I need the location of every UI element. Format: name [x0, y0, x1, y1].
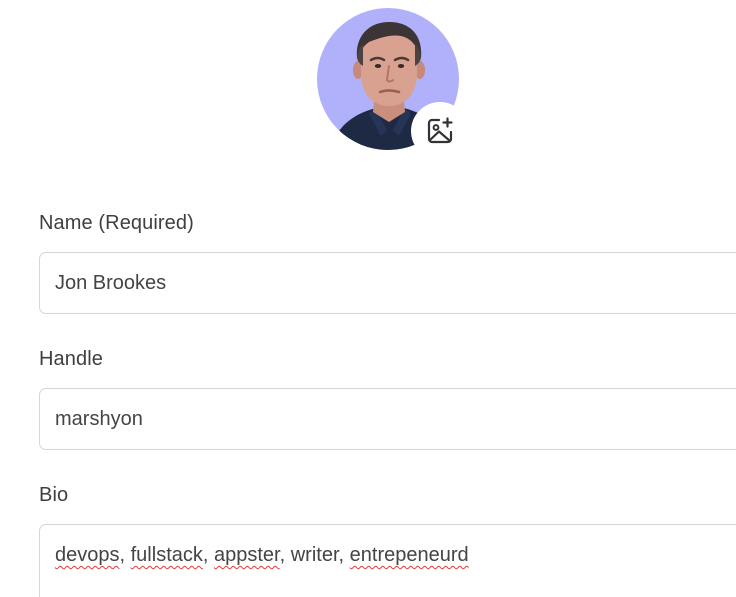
bio-label: Bio — [39, 484, 69, 506]
name-label: Name (Required) — [39, 212, 194, 234]
name-input[interactable]: Jon Brookes — [39, 252, 736, 314]
handle-input-value: marshyon — [55, 407, 143, 430]
bio-word: entrepeneurd — [349, 544, 469, 566]
handle-input[interactable]: marshyon — [39, 388, 736, 450]
bio-word: fullstack — [130, 544, 203, 566]
name-input-value: Jon Brookes — [55, 271, 167, 294]
bio-text: devops, fullstack, appster, writer, entr… — [55, 544, 469, 566]
change-photo-button[interactable] — [411, 102, 469, 160]
avatar-section — [317, 8, 469, 160]
bio-word: appster — [214, 544, 280, 566]
bio-word: devops — [55, 544, 120, 566]
bio-word: writer — [290, 544, 339, 566]
image-plus-icon — [427, 117, 453, 144]
bio-textarea[interactable]: devops, fullstack, appster, writer, entr… — [39, 524, 736, 597]
edit-profile-form: Name (Required) Jon Brookes Handle marsh… — [0, 0, 736, 597]
handle-label: Handle — [39, 348, 103, 370]
